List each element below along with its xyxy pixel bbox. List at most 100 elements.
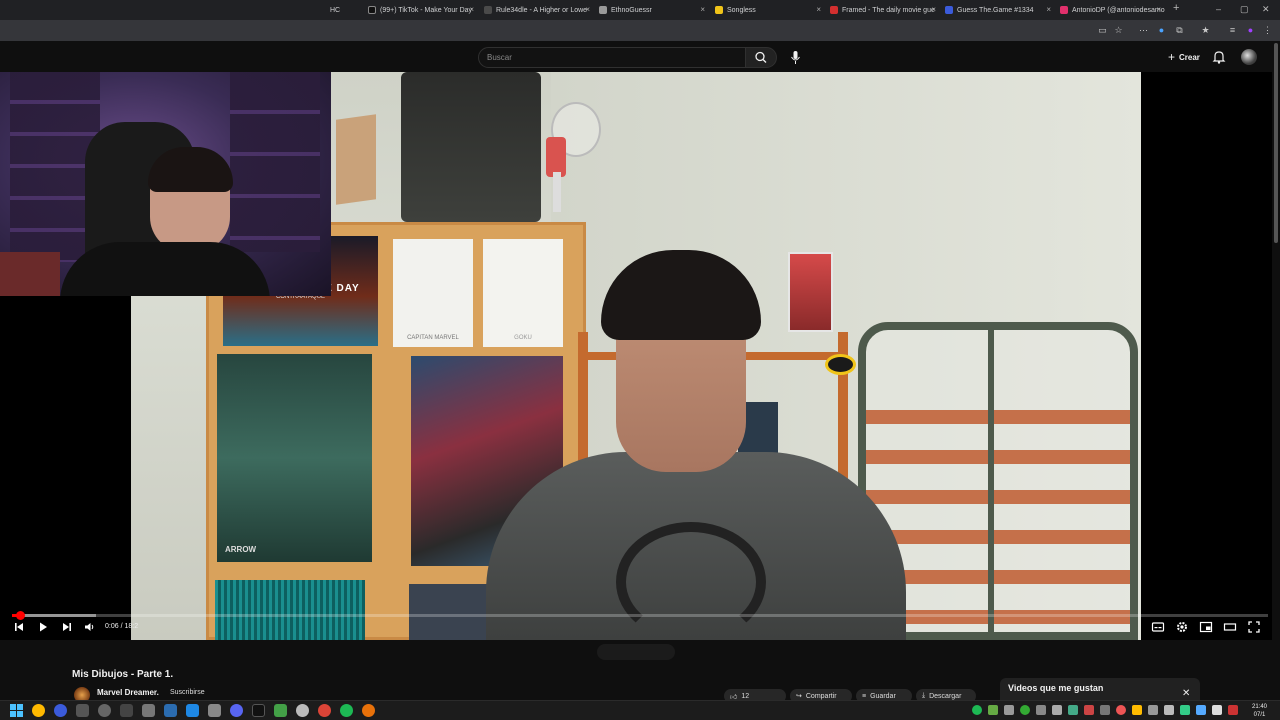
tab-label: EthnoGuessr <box>611 6 652 14</box>
browser-tab[interactable]: Rule34dle - A Higher or Lowe × <box>484 2 594 18</box>
time-display: 0:06 / 18:2 <box>105 623 139 630</box>
volume-icon[interactable] <box>83 620 97 634</box>
network-icon[interactable] <box>1196 705 1206 715</box>
more-menu-icon[interactable]: ⋮ <box>1262 25 1273 36</box>
profile-icon[interactable]: ● <box>1245 25 1256 36</box>
vpn-icon[interactable]: ● <box>1156 25 1167 36</box>
app-icon[interactable] <box>164 704 177 717</box>
panel-title: Videos que me gustan <box>1008 683 1104 693</box>
app-icon[interactable] <box>142 704 155 717</box>
video-info: Mis Dibujos - Parte 1. Marvel Dreamer. S… <box>0 640 1280 704</box>
menu-icon[interactable]: ≡ <box>1227 25 1238 36</box>
tray-icon[interactable] <box>1004 705 1014 715</box>
app-icon[interactable] <box>54 704 67 717</box>
miniplayer-icon[interactable] <box>1199 620 1213 634</box>
songless-icon <box>715 6 723 14</box>
tab-close-icon[interactable]: × <box>1156 5 1161 14</box>
tab-close-icon[interactable]: × <box>1046 5 1051 14</box>
theater-mode-icon[interactable] <box>1223 620 1237 634</box>
video-player[interactable]: INDEPENDENCE DAY CONTRAATAQUE CAPITAN MA… <box>0 72 1280 640</box>
windows-taskbar: 21:40 07/1 <box>0 700 1280 720</box>
search-placeholder: Buscar <box>487 53 512 62</box>
poster-matrix <box>215 580 365 640</box>
tray-icon[interactable] <box>1228 705 1238 715</box>
tab-close-icon[interactable]: × <box>816 5 821 14</box>
minimize-button[interactable]: – <box>1216 4 1221 14</box>
poster-arrow: ARROW <box>217 354 372 562</box>
tab-close-icon[interactable]: × <box>585 5 590 14</box>
tray-icon[interactable] <box>1148 705 1158 715</box>
search-button[interactable] <box>745 47 777 68</box>
browser-tab-strip: HC (99+) TikTok - Make Your Day × Rule34… <box>0 0 1280 20</box>
steam-icon[interactable] <box>186 704 199 717</box>
volume-tray-icon[interactable] <box>1212 705 1222 715</box>
tray-icon[interactable] <box>1068 705 1078 715</box>
tray-icon[interactable] <box>1132 705 1142 715</box>
tray-icon[interactable] <box>1180 705 1190 715</box>
settings-gear-icon[interactable] <box>1175 620 1189 634</box>
install-icon[interactable]: ▭ <box>1097 25 1108 36</box>
extensions-puzzle-icon[interactable]: ⧉ <box>1174 25 1185 36</box>
tab-close-icon[interactable]: × <box>931 5 936 14</box>
new-tab-button[interactable]: + <box>1173 2 1179 14</box>
close-window-button[interactable]: ✕ <box>1262 4 1270 15</box>
browser-tab[interactable]: EthnoGuessr × <box>599 2 709 18</box>
tray-icon[interactable] <box>1036 705 1046 715</box>
spotify-tray-icon[interactable] <box>972 705 982 715</box>
subscribe-button[interactable]: Suscribirse <box>170 689 205 696</box>
chrome-icon[interactable] <box>318 704 331 717</box>
person-shirt <box>486 452 906 640</box>
channel-name[interactable]: Marvel Dreamer. <box>97 688 159 697</box>
app-icon[interactable] <box>120 704 133 717</box>
tray-icon[interactable] <box>1020 705 1030 715</box>
previous-icon[interactable] <box>12 620 26 634</box>
app-icon[interactable] <box>296 704 309 717</box>
create-button[interactable]: + Crear <box>1162 47 1206 67</box>
bookmarks-icon[interactable]: ★ <box>1200 25 1211 36</box>
progress-bar[interactable] <box>12 611 1268 620</box>
browser-tab[interactable]: HC <box>330 2 365 18</box>
search-input[interactable]: Buscar <box>478 47 746 68</box>
subtitles-icon[interactable] <box>1151 620 1165 634</box>
browser-tab[interactable]: Guess The.Game #1334 × <box>945 2 1055 18</box>
scrubber-handle[interactable] <box>15 611 25 620</box>
tray-icon[interactable] <box>988 705 998 715</box>
account-avatar[interactable] <box>1241 49 1257 65</box>
app-icon[interactable] <box>98 704 111 717</box>
page-scrollbar[interactable] <box>1272 41 1280 700</box>
tab-label: Songless <box>727 6 756 14</box>
tray-icon[interactable] <box>1100 705 1110 715</box>
spotify-icon[interactable] <box>340 704 353 717</box>
browser-tab[interactable]: (99+) TikTok - Make Your Day × <box>368 2 478 18</box>
app-icon[interactable] <box>274 704 287 717</box>
discord-icon[interactable] <box>230 704 243 717</box>
tray-icon[interactable] <box>1116 705 1126 715</box>
system-clock[interactable]: 21:40 07/1 <box>1252 703 1267 719</box>
browser-tab[interactable]: Framed - The daily movie gue × <box>830 2 940 18</box>
extension-icon[interactable]: ⋯ <box>1138 25 1149 36</box>
voice-search-button[interactable] <box>786 47 806 68</box>
browser-tab[interactable]: Songless × <box>715 2 825 18</box>
search-taskbar-icon[interactable] <box>32 704 45 717</box>
play-icon[interactable] <box>36 620 50 634</box>
tray-icon[interactable] <box>1084 705 1094 715</box>
fullscreen-icon[interactable] <box>1247 620 1261 634</box>
tray-icon[interactable] <box>1164 705 1174 715</box>
save-label: Guardar <box>870 692 896 700</box>
tiktok-icon[interactable] <box>252 704 265 717</box>
close-icon[interactable]: ✕ <box>1182 688 1190 699</box>
app-icon[interactable] <box>76 704 89 717</box>
scroll-thumb[interactable] <box>1274 43 1278 243</box>
tray-icon[interactable] <box>1052 705 1062 715</box>
tab-close-icon[interactable]: × <box>700 5 705 14</box>
app-icon[interactable] <box>208 704 221 717</box>
collectibles-shelf-right <box>230 72 320 252</box>
windows-start-icon[interactable] <box>10 704 23 717</box>
browser-tab[interactable]: AntonioDP (@antoniodesamo × <box>1060 2 1165 18</box>
bookmark-star-icon[interactable]: ☆ <box>1113 25 1124 36</box>
maximize-button[interactable]: ▢ <box>1240 4 1249 15</box>
notifications-bell-icon[interactable] <box>1212 49 1226 64</box>
chrome-icon[interactable] <box>362 704 375 717</box>
tab-close-icon[interactable]: × <box>469 5 474 14</box>
next-icon[interactable] <box>60 620 74 634</box>
